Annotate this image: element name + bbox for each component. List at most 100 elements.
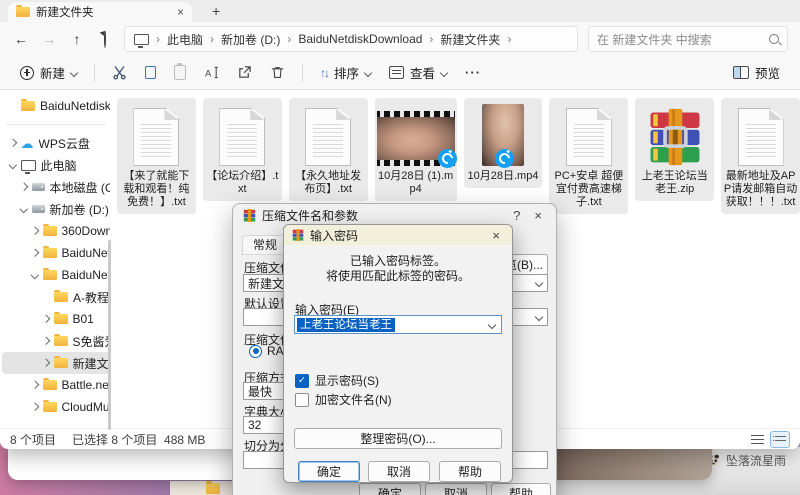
ok-button[interactable]: 确定 xyxy=(298,461,360,482)
up-button[interactable]: ↑ xyxy=(68,31,86,47)
help-button[interactable]: ? xyxy=(509,209,524,222)
close-button[interactable]: × xyxy=(488,229,504,242)
show-password-checkbox[interactable]: ✓ 显示密码(S) xyxy=(295,372,379,389)
breadcrumb-baidunetdiskdownload[interactable]: BaiduNetdiskDownload xyxy=(298,32,422,46)
breadcrumb-current-folder[interactable]: 新建文件夹 xyxy=(440,31,500,48)
user-badge: 坠落流星雨 xyxy=(706,452,786,469)
ok-button[interactable]: 确定 xyxy=(359,483,421,495)
breadcrumb-this-pc[interactable]: 此电脑 xyxy=(167,31,203,48)
refresh-button[interactable] xyxy=(96,31,114,47)
more-options-button[interactable]: ··· xyxy=(457,65,489,80)
help-button[interactable]: 帮助 xyxy=(439,461,501,482)
file-tile[interactable]: 【论坛介绍】.txt xyxy=(203,98,282,201)
sidebar-item-b01[interactable]: B01 xyxy=(2,308,110,330)
breadcrumb-separator: › xyxy=(156,32,160,46)
delete-button[interactable] xyxy=(262,60,293,86)
plus-icon xyxy=(20,66,34,80)
file-tile[interactable]: PC+安卓 超便宜付费高速梯子.txt xyxy=(549,98,628,214)
new-button[interactable]: 新建 xyxy=(12,60,85,86)
sidebar-item-a-tutorial[interactable]: A-教程文件 xyxy=(2,286,110,308)
file-tile[interactable]: 上老王论坛当老王.zip xyxy=(635,98,714,201)
text-file-icon xyxy=(738,108,784,166)
this-pc-icon xyxy=(134,34,149,45)
encrypt-filenames-checkbox[interactable]: 加密文件名(N) xyxy=(295,391,392,408)
dialog-titlebar[interactable]: 压缩文件名和参数 ? × xyxy=(233,204,556,226)
sidebar-item-battlenet[interactable]: Battle.net xyxy=(2,374,110,396)
drive-icon xyxy=(32,205,45,213)
file-tile[interactable]: 最新地址及APP请发邮箱自动获取！！！.txt xyxy=(721,98,800,214)
preview-button[interactable]: 预览 xyxy=(725,60,788,86)
chevron-down-icon xyxy=(535,313,543,321)
preview-button-label: 预览 xyxy=(755,63,780,82)
cut-button[interactable] xyxy=(104,60,135,86)
breadcrumb-drive-d[interactable]: 新加卷 (D:) xyxy=(221,31,280,48)
copy-button[interactable] xyxy=(137,60,164,86)
sort-button[interactable]: ↑↓ 排序 xyxy=(312,60,379,86)
chevron-down-icon xyxy=(70,68,78,76)
organize-passwords-button[interactable]: 整理密码(O)... xyxy=(294,428,502,449)
paste-button[interactable] xyxy=(166,60,194,86)
cancel-button[interactable]: 取消 xyxy=(425,483,487,495)
breadcrumb-separator: › xyxy=(429,32,433,46)
sidebar-item-local-disk-c[interactable]: 本地磁盘 (C:) xyxy=(2,176,110,198)
file-name: 【永久地址发布页】.txt xyxy=(291,170,366,196)
radio-selected-icon xyxy=(249,345,262,358)
forward-button[interactable]: → xyxy=(40,31,58,47)
file-name: 最新地址及APP请发邮箱自动获取！！！.txt xyxy=(723,170,798,209)
view-button[interactable]: 查看 xyxy=(381,60,455,86)
sidebar-item-baidunetdisk-pinned[interactable]: BaiduNetdiskD xyxy=(2,95,110,117)
sidebar-item-360download[interactable]: 360Downloa xyxy=(2,220,110,242)
list-view-toggle[interactable] xyxy=(751,434,764,445)
search-input[interactable]: 在 新建文件夹 中搜索 xyxy=(588,26,788,52)
address-bar[interactable]: › 此电脑 › 新加卷 (D:) › BaiduNetdiskDownload … xyxy=(124,26,578,52)
item-count: 8 个项目 xyxy=(10,431,56,448)
rename-button[interactable]: A xyxy=(196,60,227,86)
netdisk-sync-badge-icon xyxy=(495,149,514,168)
share-button[interactable] xyxy=(229,60,260,86)
sidebar-item-s-lou[interactable]: S免酱爱LOU xyxy=(2,330,110,352)
back-button[interactable]: ← xyxy=(12,31,30,47)
details-view-toggle-active[interactable] xyxy=(770,431,790,448)
close-button[interactable]: × xyxy=(530,209,546,222)
toolbar-divider xyxy=(302,64,303,82)
dialog-titlebar[interactable]: 输入密码 × xyxy=(284,225,512,245)
folder-icon xyxy=(43,402,57,413)
chevron-right-icon xyxy=(42,337,50,345)
preview-pane-icon xyxy=(733,66,749,79)
file-tile[interactable]: 10月28日 (1).mp4 xyxy=(375,98,457,201)
folder-icon xyxy=(54,314,68,325)
sidebar-item-cloudmusic[interactable]: CloudMusic xyxy=(2,396,110,418)
winrar-archive-icon xyxy=(646,108,704,166)
file-tile[interactable]: 10月28日.mp4 xyxy=(464,98,543,188)
file-tile[interactable]: 【永久地址发布页】.txt xyxy=(289,98,368,201)
tab-general[interactable]: 常规 xyxy=(242,235,288,255)
breadcrumb-separator: › xyxy=(287,32,291,46)
tab-close-icon[interactable]: × xyxy=(177,6,184,18)
sidebar-divider xyxy=(6,124,106,125)
chevron-right-icon xyxy=(31,403,39,411)
drive-icon xyxy=(32,183,45,191)
search-icon xyxy=(769,34,779,44)
svg-text:A: A xyxy=(205,68,212,78)
sidebar-item-new-folder-selected[interactable]: 新建文件夹 xyxy=(2,352,110,374)
explorer-tab[interactable]: 新建文件夹 × xyxy=(8,2,192,22)
command-toolbar: 新建 A xyxy=(0,56,800,90)
file-tile[interactable]: 【来了就能下载和观看！纯免费！】.txt xyxy=(117,98,196,214)
sidebar-item-baidunetdisk-2[interactable]: BaiduNetdis xyxy=(2,264,110,286)
new-tab-button[interactable]: + xyxy=(206,4,226,18)
sidebar-scrollbar[interactable] xyxy=(108,240,111,430)
sidebar-item-wps-cloud[interactable]: ☁ WPS云盘 xyxy=(2,132,110,154)
sidebar-item-drive-d[interactable]: 新加卷 (D:) xyxy=(2,198,110,220)
chevron-down-icon xyxy=(364,68,372,76)
refresh-icon xyxy=(104,30,106,48)
chevron-right-icon xyxy=(31,249,39,257)
sidebar-item-baidunetdisk-1[interactable]: BaiduNetdis xyxy=(2,242,110,264)
sidebar-item-this-pc[interactable]: 此电脑 xyxy=(2,154,110,176)
chevron-down-icon xyxy=(20,205,28,213)
password-value-selected: 上老王论坛当老王 xyxy=(297,318,395,332)
password-combobox[interactable]: 上老王论坛当老王 xyxy=(294,315,502,334)
chevron-right-icon xyxy=(31,381,39,389)
help-button[interactable]: 帮助 xyxy=(491,483,551,495)
cancel-button[interactable]: 取消 xyxy=(368,461,430,482)
folder-icon xyxy=(54,358,68,369)
